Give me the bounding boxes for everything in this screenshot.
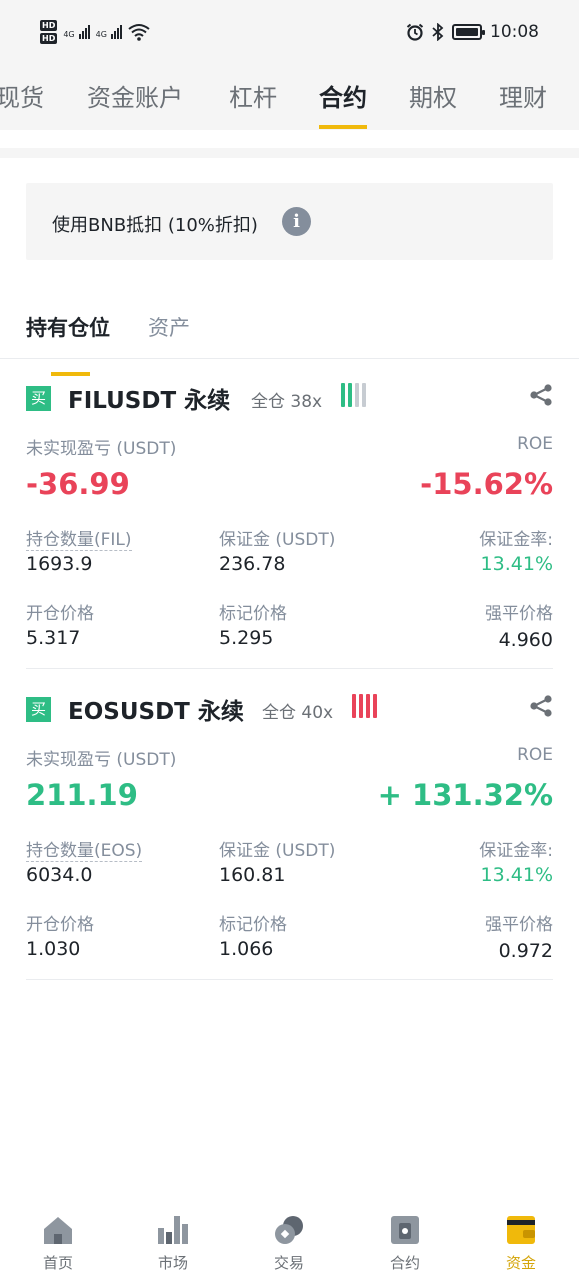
- active-tab-indicator: [51, 372, 90, 376]
- tab-label: 资金账户: [87, 84, 183, 112]
- position-symbol: FILUSDT 永续: [68, 388, 231, 414]
- roe-value: + 131.32%: [377, 778, 553, 812]
- status-right: 10:08: [406, 22, 539, 42]
- margin-mode: 全仓 38x: [251, 392, 323, 412]
- entry-price-label: 开仓价格: [26, 915, 94, 935]
- tab-label: 持有仓位: [26, 316, 110, 340]
- tab-futures[interactable]: 合约: [319, 78, 367, 129]
- roe-label: ROE: [517, 745, 553, 765]
- tab-label: 理财: [499, 84, 547, 112]
- tab-spot[interactable]: 现货: [0, 78, 44, 113]
- bluetooth-icon: [432, 23, 444, 41]
- section-divider: [0, 130, 579, 158]
- margin-ratio: 13.41%: [480, 864, 553, 886]
- bnb-discount-label: 使用BNB抵扣 (10%折扣): [52, 215, 258, 236]
- nav-trade[interactable]: 交易: [249, 1214, 329, 1273]
- pnl-label: 未实现盈亏 (USDT): [26, 750, 177, 770]
- tab-earn[interactable]: 理财: [499, 78, 547, 113]
- side-badge: 买: [26, 697, 51, 722]
- wallet-icon: [507, 1216, 535, 1244]
- network-type: 4G: [63, 30, 75, 39]
- position-card[interactable]: 买 EOSUSDT 永续 全仓 40x 未实现盈亏 (USDT) ROE 211…: [26, 692, 553, 1002]
- nav-home[interactable]: 首页: [18, 1214, 98, 1273]
- position-symbol: EOSUSDT 永续: [68, 699, 244, 725]
- margin-ratio-label: 保证金率:: [479, 530, 553, 550]
- tab-margin[interactable]: 杠杆: [229, 78, 277, 113]
- position-size-label[interactable]: 持仓数量(EOS): [26, 836, 143, 862]
- mark-price: 5.295: [219, 627, 274, 649]
- roe-label: ROE: [517, 434, 553, 454]
- nav-wallet[interactable]: 资金: [481, 1214, 561, 1273]
- signal-icon: 4G: [63, 25, 90, 39]
- nav-label: 市场: [157, 1254, 188, 1272]
- pnl-label: 未实现盈亏 (USDT): [26, 439, 177, 459]
- wifi-icon: [128, 24, 150, 41]
- active-tab-indicator: [319, 125, 367, 129]
- market-icon: [158, 1216, 188, 1244]
- margin-label: 保证金 (USDT): [219, 841, 336, 861]
- tab-label: 资产: [148, 316, 190, 340]
- status-left: HD HD 4G 4G: [40, 20, 150, 44]
- home-icon: [44, 1217, 72, 1244]
- margin-label: 保证金 (USDT): [219, 530, 336, 550]
- margin-mode: 全仓 40x: [262, 703, 334, 723]
- nav-label: 首页: [42, 1254, 73, 1272]
- nav-label: 资金: [505, 1254, 536, 1272]
- tab-options[interactable]: 期权: [409, 78, 457, 113]
- margin-ratio: 13.41%: [480, 553, 553, 575]
- margin-value: 160.81: [219, 864, 286, 886]
- info-icon[interactable]: i: [282, 207, 311, 236]
- share-icon[interactable]: [529, 383, 553, 407]
- status-bar: HD HD 4G 4G 10:08: [0, 0, 579, 64]
- side-badge: 买: [26, 386, 51, 411]
- nav-futures[interactable]: 合约: [365, 1214, 445, 1273]
- tab-funding-account[interactable]: 资金账户: [87, 78, 183, 113]
- margin-ratio-label: 保证金率:: [479, 841, 553, 861]
- position-size: 1693.9: [26, 553, 93, 575]
- nav-market[interactable]: 市场: [133, 1214, 213, 1273]
- network-type-2: 4G: [95, 30, 107, 39]
- unrealized-pnl: 211.19: [26, 778, 138, 812]
- liq-price-label: 强平价格: [485, 915, 553, 935]
- battery-icon: [452, 24, 485, 40]
- risk-indicator: [352, 694, 377, 718]
- liq-price-label: 强平价格: [485, 604, 553, 624]
- clock: 10:08: [490, 22, 539, 42]
- alarm-icon: [406, 23, 424, 41]
- entry-price: 5.317: [26, 627, 81, 649]
- mark-price-label: 标记价格: [219, 915, 287, 935]
- unrealized-pnl: -36.99: [26, 467, 130, 501]
- tab-positions[interactable]: 持有仓位: [26, 312, 110, 376]
- hd-icon: HD HD: [40, 20, 58, 44]
- card-divider: [26, 668, 553, 669]
- liq-price: 4.960: [498, 629, 553, 651]
- entry-price-label: 开仓价格: [26, 604, 94, 624]
- mark-price-label: 标记价格: [219, 604, 287, 624]
- bottom-nav: 首页 市场 交易 合约 资金: [0, 1200, 579, 1280]
- share-icon[interactable]: [529, 694, 553, 718]
- risk-indicator: [341, 383, 366, 407]
- account-tabs: 现货 资金账户 杠杆 合约 期权 理财: [0, 64, 579, 130]
- nav-label: 合约: [389, 1254, 420, 1272]
- mark-price: 1.066: [219, 938, 274, 960]
- position-size: 6034.0: [26, 864, 93, 886]
- tab-label: 合约: [319, 84, 367, 112]
- tabs-divider: [0, 358, 579, 359]
- liq-price: 0.972: [498, 940, 553, 962]
- position-size-label[interactable]: 持仓数量(FIL): [26, 525, 132, 551]
- futures-icon: [391, 1216, 419, 1244]
- tab-assets[interactable]: 资产: [148, 312, 190, 342]
- tab-label: 期权: [409, 84, 457, 112]
- tab-label: 现货: [0, 84, 44, 112]
- bnb-discount-banner[interactable]: 使用BNB抵扣 (10%折扣) i: [26, 183, 553, 260]
- roe-value: -15.62%: [420, 467, 553, 501]
- tab-label: 杠杆: [229, 84, 277, 112]
- signal-icon-2: 4G: [96, 25, 122, 39]
- entry-price: 1.030: [26, 938, 81, 960]
- position-card[interactable]: 买 FILUSDT 永续 全仓 38x 未实现盈亏 (USDT) ROE -36…: [26, 381, 553, 691]
- trade-icon: [275, 1216, 303, 1244]
- nav-label: 交易: [273, 1254, 304, 1272]
- card-divider: [26, 979, 553, 980]
- margin-value: 236.78: [219, 553, 286, 575]
